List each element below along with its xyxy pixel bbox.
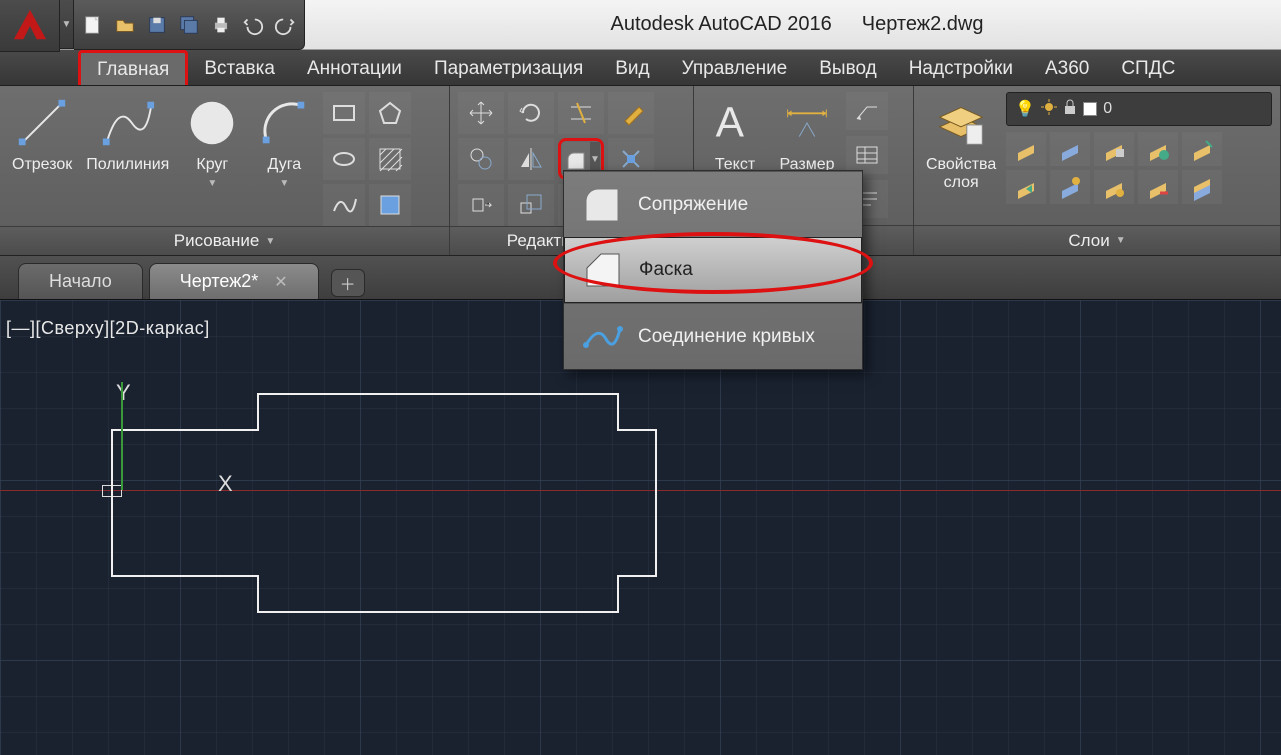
flyout-item-blend[interactable]: Соединение кривых xyxy=(564,303,862,369)
tool-erase[interactable] xyxy=(608,92,654,134)
file-title: Чертеж2.dwg xyxy=(862,13,984,36)
title-text: Autodesk AutoCAD 2016 Чертеж2.dwg xyxy=(313,0,1281,49)
layer-walk-icon[interactable] xyxy=(1094,170,1134,204)
svg-text:A: A xyxy=(716,99,745,147)
sun-icon xyxy=(1041,99,1057,120)
tool-polyline[interactable]: Полилиния xyxy=(82,92,173,176)
tool-text[interactable]: A Текст xyxy=(702,92,768,176)
flyout-item-fillet[interactable]: Сопряжение xyxy=(564,171,862,237)
close-icon[interactable]: ✕ xyxy=(274,272,287,292)
new-tab-button[interactable]: ＋ xyxy=(331,269,365,297)
redo-icon[interactable] xyxy=(274,14,296,36)
fillet-flyout: Сопряжение Фаска Соединение кривых xyxy=(563,170,863,370)
app-menu-button[interactable] xyxy=(0,0,60,52)
tool-polygon[interactable] xyxy=(369,92,411,134)
app-menu-dropdown-icon[interactable]: ▼ xyxy=(60,0,74,49)
layer-freeze-icon[interactable] xyxy=(1050,132,1090,166)
flyout-item-chamfer[interactable]: Фаска xyxy=(564,237,862,303)
print-icon[interactable] xyxy=(210,14,232,36)
tab-a360[interactable]: A360 xyxy=(1029,50,1105,85)
tool-rectangle[interactable] xyxy=(323,92,365,134)
tab-manage[interactable]: Управление xyxy=(666,50,804,85)
tool-scale[interactable] xyxy=(508,184,554,226)
layer-lock-icon[interactable] xyxy=(1094,132,1134,166)
undo-icon[interactable] xyxy=(242,14,264,36)
open-icon[interactable] xyxy=(114,14,136,36)
ribbon-tabs: Главная Вставка Аннотации Параметризация… xyxy=(0,50,1281,86)
tool-hatch[interactable] xyxy=(369,138,411,180)
tab-spds[interactable]: СПДС xyxy=(1105,50,1191,85)
tool-copy[interactable] xyxy=(458,138,504,180)
tab-view[interactable]: Вид xyxy=(599,50,665,85)
layer-state-icon[interactable] xyxy=(1050,170,1090,204)
panel-draw: Отрезок Полилиния Круг▼ Дуга▼ xyxy=(0,86,450,255)
tool-mirror[interactable] xyxy=(508,138,554,180)
tool-region[interactable] xyxy=(369,184,411,226)
tool-layer-properties[interactable]: Свойства слоя xyxy=(922,92,1000,225)
tool-ellipse[interactable] xyxy=(323,138,365,180)
panel-draw-title[interactable]: Рисование▼ xyxy=(0,226,449,255)
new-icon[interactable] xyxy=(82,14,104,36)
quick-access-toolbar xyxy=(74,0,305,50)
tool-stretch[interactable] xyxy=(458,184,504,226)
layer-prev-icon[interactable] xyxy=(1006,170,1046,204)
tool-circle[interactable]: Круг▼ xyxy=(179,92,245,191)
tab-parametric[interactable]: Параметризация xyxy=(418,50,599,85)
lock-icon xyxy=(1063,99,1077,120)
blend-icon xyxy=(580,315,624,359)
saveas-icon[interactable] xyxy=(178,14,200,36)
layer-off-icon[interactable] xyxy=(1006,132,1046,166)
bulb-icon: 💡 xyxy=(1015,99,1035,119)
tab-insert[interactable]: Вставка xyxy=(188,50,291,85)
fillet-icon xyxy=(580,183,624,227)
tab-output[interactable]: Вывод xyxy=(803,50,892,85)
tab-home[interactable]: Главная xyxy=(78,50,188,85)
panel-layers-title[interactable]: Слои▼ xyxy=(914,225,1280,255)
tool-line[interactable]: Отрезок xyxy=(8,92,76,176)
panel-layers: Свойства слоя 💡 0 xyxy=(914,86,1281,255)
layer-merge-icon[interactable] xyxy=(1182,170,1222,204)
tool-dimension[interactable]: Размер xyxy=(774,92,840,176)
tool-move[interactable] xyxy=(458,92,504,134)
tool-spline[interactable] xyxy=(323,184,365,226)
layer-match-icon[interactable] xyxy=(1182,132,1222,166)
layer-color-swatch xyxy=(1083,102,1097,116)
file-tab-drawing[interactable]: Чертеж2* ✕ xyxy=(149,263,319,299)
layer-name: 0 xyxy=(1103,100,1112,118)
tab-addins[interactable]: Надстройки xyxy=(893,50,1029,85)
layer-change-icon[interactable] xyxy=(1138,170,1178,204)
tool-arc[interactable]: Дуга▼ xyxy=(251,92,317,191)
chamfer-icon xyxy=(581,248,625,292)
app-title: Autodesk AutoCAD 2016 xyxy=(611,13,832,36)
tool-table[interactable] xyxy=(846,136,888,174)
tool-leader[interactable] xyxy=(846,92,888,130)
tool-trim[interactable] xyxy=(558,92,604,134)
file-tab-start[interactable]: Начало xyxy=(18,263,143,299)
layer-iso-icon[interactable] xyxy=(1138,132,1178,166)
save-icon[interactable] xyxy=(146,14,168,36)
layer-selector[interactable]: 💡 0 xyxy=(1006,92,1272,126)
title-bar: ▼ Autodesk AutoCAD 2016 Чертеж2.dwg xyxy=(0,0,1281,50)
tool-rotate[interactable] xyxy=(508,92,554,134)
tab-annotate[interactable]: Аннотации xyxy=(291,50,418,85)
